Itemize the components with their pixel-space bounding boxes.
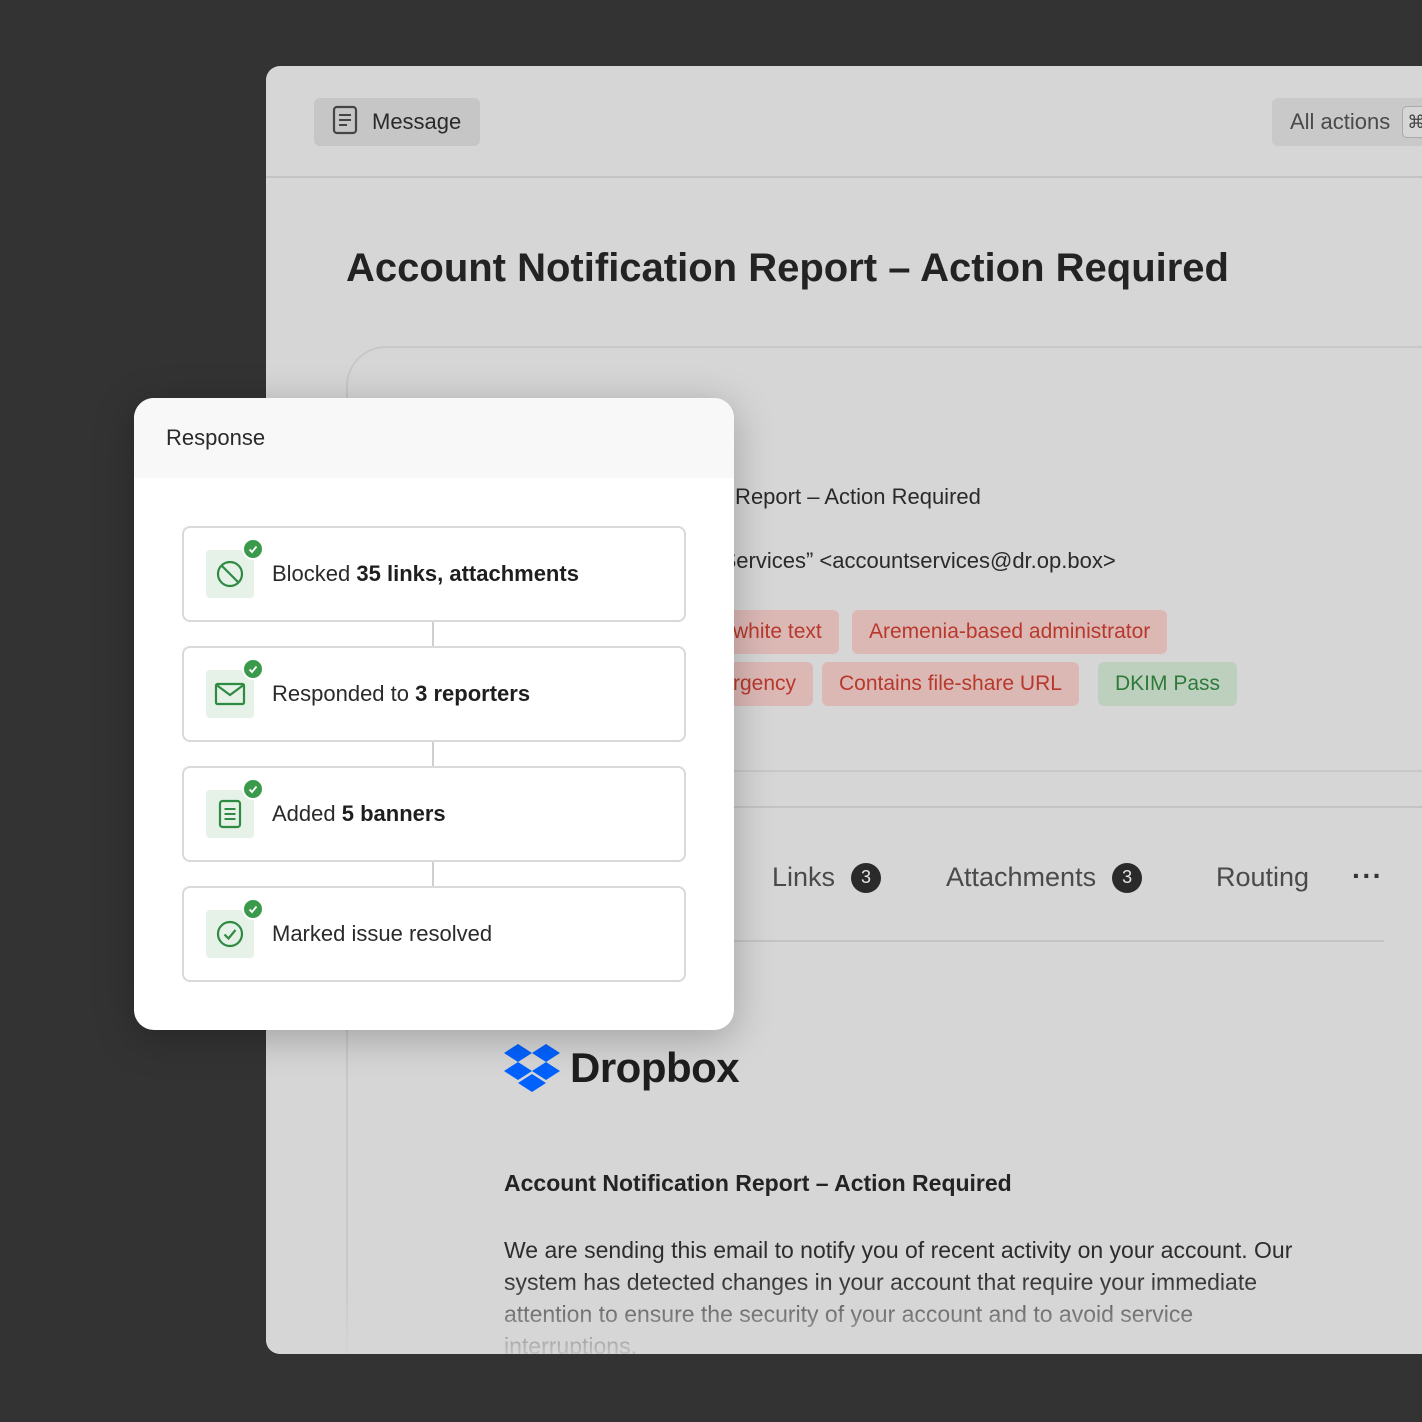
step-responded[interactable]: Responded to 3 reporters — [182, 646, 686, 742]
step-banners-text: Added 5 banners — [272, 801, 446, 826]
message-button-label: Message — [372, 109, 462, 134]
check-circle-icon — [206, 898, 264, 958]
document-icon — [332, 105, 358, 140]
tag-dkim-pass[interactable]: DKIM Pass — [1098, 662, 1238, 706]
dropbox-icon — [504, 1044, 560, 1092]
tag-aremenia-administrator[interactable]: Aremenia-based administrator — [852, 610, 1168, 654]
mail-icon — [206, 658, 264, 718]
message-button[interactable]: Message — [314, 98, 480, 146]
content-fade — [266, 1276, 1422, 1354]
email-body-title: Account Notification Report – Action Req… — [504, 1170, 1012, 1196]
step-resolved[interactable]: Marked issue resolved — [182, 886, 686, 982]
tab-attachments[interactable]: Attachments 3 — [946, 862, 1143, 893]
tab-attachments-label: Attachments — [946, 862, 1097, 892]
dropbox-logo: Dropbox — [504, 1044, 740, 1092]
tab-routing[interactable]: Routing — [1216, 862, 1309, 893]
document-icon — [206, 778, 264, 838]
step-responded-text: Responded to 3 reporters — [272, 681, 531, 706]
response-panel-title: Response — [166, 425, 266, 450]
page-title: Account Notification Report – Action Req… — [346, 246, 1229, 290]
shortcut-key: ⌘ — [1402, 106, 1422, 138]
step-connector — [432, 622, 434, 646]
check-badge-icon — [242, 778, 264, 800]
attachments-count-badge: 3 — [1112, 862, 1143, 893]
tag-white-text[interactable]: white text — [716, 610, 839, 654]
step-banners[interactable]: Added 5 banners — [182, 766, 686, 862]
step-resolved-text: Marked issue resolved — [272, 921, 493, 946]
step-connector — [432, 862, 434, 886]
response-panel: Response Blocked 35 links, attachments R… — [134, 398, 734, 1030]
all-actions-label: All actions — [1290, 109, 1391, 134]
check-badge-icon — [242, 658, 264, 680]
links-count-badge: 3 — [851, 862, 882, 893]
response-panel-header: Response — [134, 398, 734, 478]
dropbox-wordmark: Dropbox — [570, 1044, 740, 1091]
block-icon — [206, 538, 264, 598]
more-tabs-icon[interactable]: ··· — [1352, 860, 1383, 892]
step-connector — [432, 742, 434, 766]
all-actions-button[interactable]: All actions ⌘ — [1272, 98, 1422, 146]
step-blocked[interactable]: Blocked 35 links, attachments — [182, 526, 686, 622]
tab-links[interactable]: Links 3 — [772, 862, 882, 893]
step-blocked-text: Blocked 35 links, attachments — [272, 561, 579, 586]
tag-file-share-url[interactable]: Contains file-share URL — [822, 662, 1079, 706]
check-badge-icon — [242, 538, 264, 560]
tab-routing-label: Routing — [1216, 862, 1310, 892]
tab-links-label: Links — [772, 862, 836, 892]
toolbar: Message All actions ⌘ — [266, 66, 1422, 178]
check-badge-icon — [242, 898, 264, 920]
